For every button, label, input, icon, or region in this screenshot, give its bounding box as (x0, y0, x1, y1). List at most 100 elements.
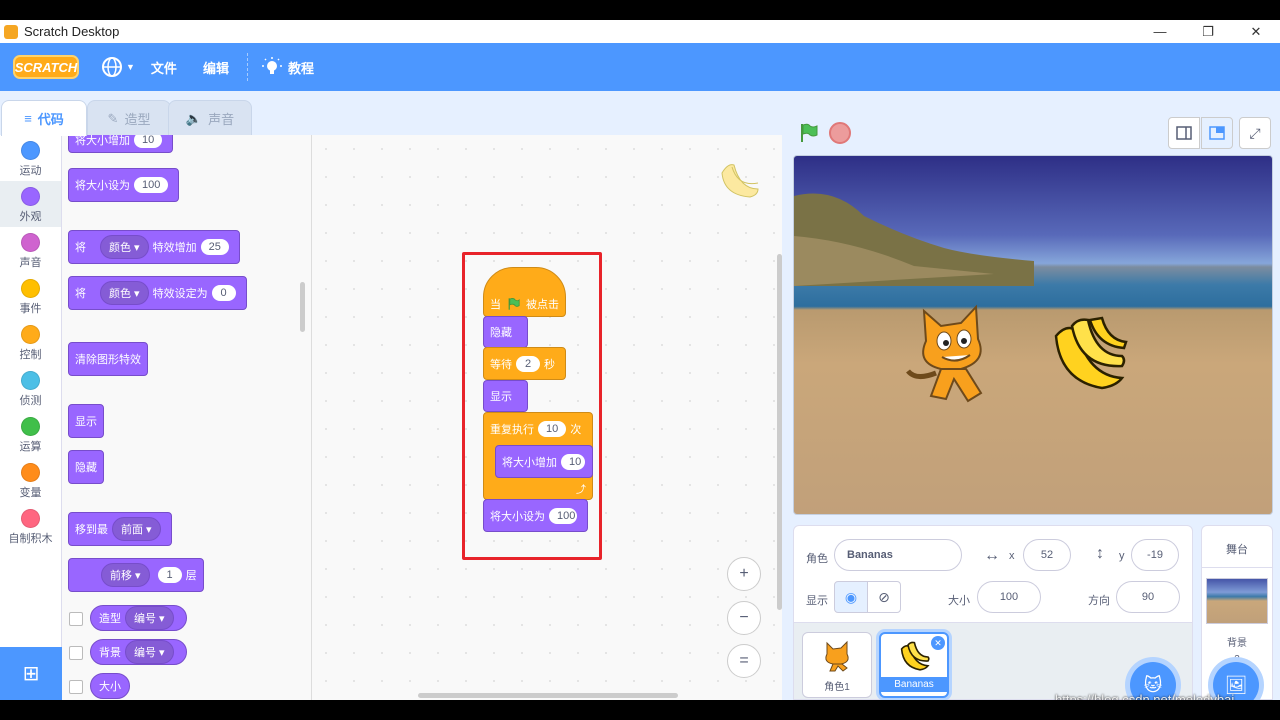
category-dot (21, 141, 40, 160)
category-dot (21, 417, 40, 436)
block-go-layers[interactable]: 前移 ▾ 1 层 (68, 558, 204, 592)
x-label: x (1009, 550, 1015, 562)
block-text: 将大小增加 (75, 135, 130, 147)
category-looks[interactable]: 外观 (0, 181, 61, 227)
fullscreen-button[interactable]: ⤢ (1239, 117, 1271, 149)
direction-input[interactable]: 90 (1116, 581, 1180, 613)
scratch-window: Scratch Desktop — ❐ ✕ SCRATCH ▼ 文件 编辑 教程… (0, 20, 1280, 700)
highlight-box (462, 252, 602, 560)
reporter-costume[interactable]: 造型 编号 ▾ (90, 605, 187, 631)
globe-icon (102, 57, 122, 77)
value-input[interactable]: 0 (211, 285, 236, 301)
backdrop-thumbnail[interactable] (1206, 578, 1268, 624)
file-menu[interactable]: 文件 (151, 58, 177, 77)
restore-button[interactable]: ❐ (1184, 20, 1232, 43)
value-input[interactable]: 100 (134, 177, 169, 193)
block-go-to-layer[interactable]: 移到最 前面 ▾ (68, 512, 172, 546)
reporter-checkbox[interactable] (69, 646, 83, 660)
normal-stage-button[interactable] (1201, 117, 1233, 149)
backdrop-dropdown[interactable]: 编号 ▾ (125, 640, 174, 664)
value-input[interactable]: 1 (157, 567, 182, 583)
tutorials-menu[interactable]: 教程 (261, 57, 314, 77)
tab-sounds[interactable]: 🔈 声音 (168, 100, 252, 136)
category-sound[interactable]: 声音 (0, 227, 61, 273)
zoom-out-icon: − (739, 609, 749, 626)
category-dot (21, 371, 40, 390)
effect-dropdown[interactable]: 颜色 ▾ (100, 281, 149, 305)
zoom-in-button[interactable]: + (727, 557, 761, 591)
category-sensing[interactable]: 侦测 (0, 365, 61, 411)
block-show[interactable]: 显示 (68, 404, 104, 438)
add-extension-button[interactable]: ⊞ (0, 647, 62, 700)
block-set-size[interactable]: 将大小设为 100 (68, 168, 180, 202)
tutorials-label: 教程 (287, 60, 314, 76)
palette-scrollbar[interactable] (300, 282, 305, 332)
green-flag-button[interactable] (797, 122, 819, 144)
size-input[interactable]: 100 (977, 581, 1041, 613)
block-set-effect[interactable]: 将 颜色 ▾ 特效设定为 0 (68, 276, 247, 310)
block-text: 将 (75, 288, 86, 300)
minimize-button[interactable]: — (1136, 20, 1184, 43)
block-change-effect[interactable]: 将 颜色 ▾ 特效增加 25 (68, 230, 240, 264)
category-menu: 运动 外观 声音 事件 控制 侦测 运算 变量 自制积木 (0, 135, 62, 647)
stage-title: 舞台 (1202, 541, 1272, 568)
banana-thumbnail-icon (900, 641, 930, 671)
category-operators[interactable]: 运算 (0, 411, 61, 457)
scratch-logo[interactable]: SCRATCH (13, 55, 79, 79)
workspace-horizontal-scrollbar[interactable] (418, 693, 678, 698)
category-variables[interactable]: 变量 (0, 457, 61, 503)
value-input[interactable]: 10 (134, 135, 163, 148)
delete-sprite-icon[interactable]: ✕ (931, 636, 945, 650)
workspace-vertical-scrollbar[interactable] (777, 254, 782, 610)
tab-sounds-label: 声音 (208, 112, 235, 127)
tab-costumes[interactable]: ✎ 造型 (87, 100, 171, 136)
block-change-size[interactable]: 将大小增加 10 (68, 135, 174, 153)
block-text: 大小 (99, 681, 121, 693)
banana-sprite[interactable] (1046, 316, 1128, 396)
show-hidden-button[interactable]: ⊘ (867, 581, 901, 613)
category-label: 控制 (19, 349, 42, 361)
costume-dropdown[interactable]: 编号 ▾ (125, 606, 174, 630)
brush-icon: ✎ (107, 110, 119, 126)
category-control[interactable]: 控制 (0, 319, 61, 365)
reporter-backdrop[interactable]: 背景 编号 ▾ (90, 639, 187, 665)
layer-dropdown[interactable]: 前面 ▾ (112, 517, 161, 541)
block-clear-effects[interactable]: 清除图形特效 (68, 342, 148, 376)
sprite-thumb-bananas[interactable]: ✕ Bananas (879, 632, 949, 698)
block-text: 特效设定为 (152, 288, 208, 300)
sprite-name-label: 角色 (806, 553, 828, 565)
stop-button[interactable] (829, 122, 851, 144)
reporter-checkbox[interactable] (69, 612, 83, 626)
tab-code-label: 代码 (37, 112, 64, 127)
category-events[interactable]: 事件 (0, 273, 61, 319)
close-button[interactable]: ✕ (1232, 20, 1280, 43)
show-visible-button[interactable]: ◉ (834, 581, 868, 613)
stage-canvas[interactable] (793, 155, 1273, 515)
y-input[interactable]: -19 (1131, 539, 1179, 571)
value-input[interactable]: 25 (200, 239, 229, 255)
small-stage-button[interactable] (1168, 117, 1200, 149)
reporter-size[interactable]: 大小 (90, 673, 130, 699)
cat-thumbnail-icon (825, 640, 849, 672)
effect-dropdown[interactable]: 颜色 ▾ (100, 235, 149, 259)
sprite-info-panel: 角色 Bananas ↔ x 52 ↕ y -19 显示 ◉ ⊘ 大小 100 … (793, 525, 1193, 623)
x-input[interactable]: 52 (1023, 539, 1071, 571)
category-motion[interactable]: 运动 (0, 135, 61, 181)
cat-sprite[interactable] (906, 301, 996, 406)
language-menu[interactable]: ▼ (101, 56, 135, 78)
zoom-out-button[interactable]: − (727, 601, 761, 635)
reporter-checkbox[interactable] (69, 680, 83, 694)
direction-dropdown[interactable]: 前移 ▾ (101, 563, 150, 587)
hills-backdrop (794, 193, 1034, 286)
block-text: 清除图形特效 (75, 354, 141, 366)
y-arrow-icon: ↕ (1096, 545, 1104, 562)
block-hide[interactable]: 隐藏 (68, 450, 104, 484)
backdrop-label: 背景 (1227, 638, 1247, 649)
sprite-name-input[interactable]: Bananas (834, 539, 962, 571)
zoom-reset-button[interactable]: = (727, 644, 761, 678)
block-text: 造型 (99, 613, 121, 625)
category-my-blocks[interactable]: 自制积木 (0, 503, 61, 549)
tab-code[interactable]: ≡ 代码 (1, 100, 87, 136)
edit-menu[interactable]: 编辑 (203, 58, 229, 77)
sprite-thumb-sprite1[interactable]: 角色1 (802, 632, 872, 698)
